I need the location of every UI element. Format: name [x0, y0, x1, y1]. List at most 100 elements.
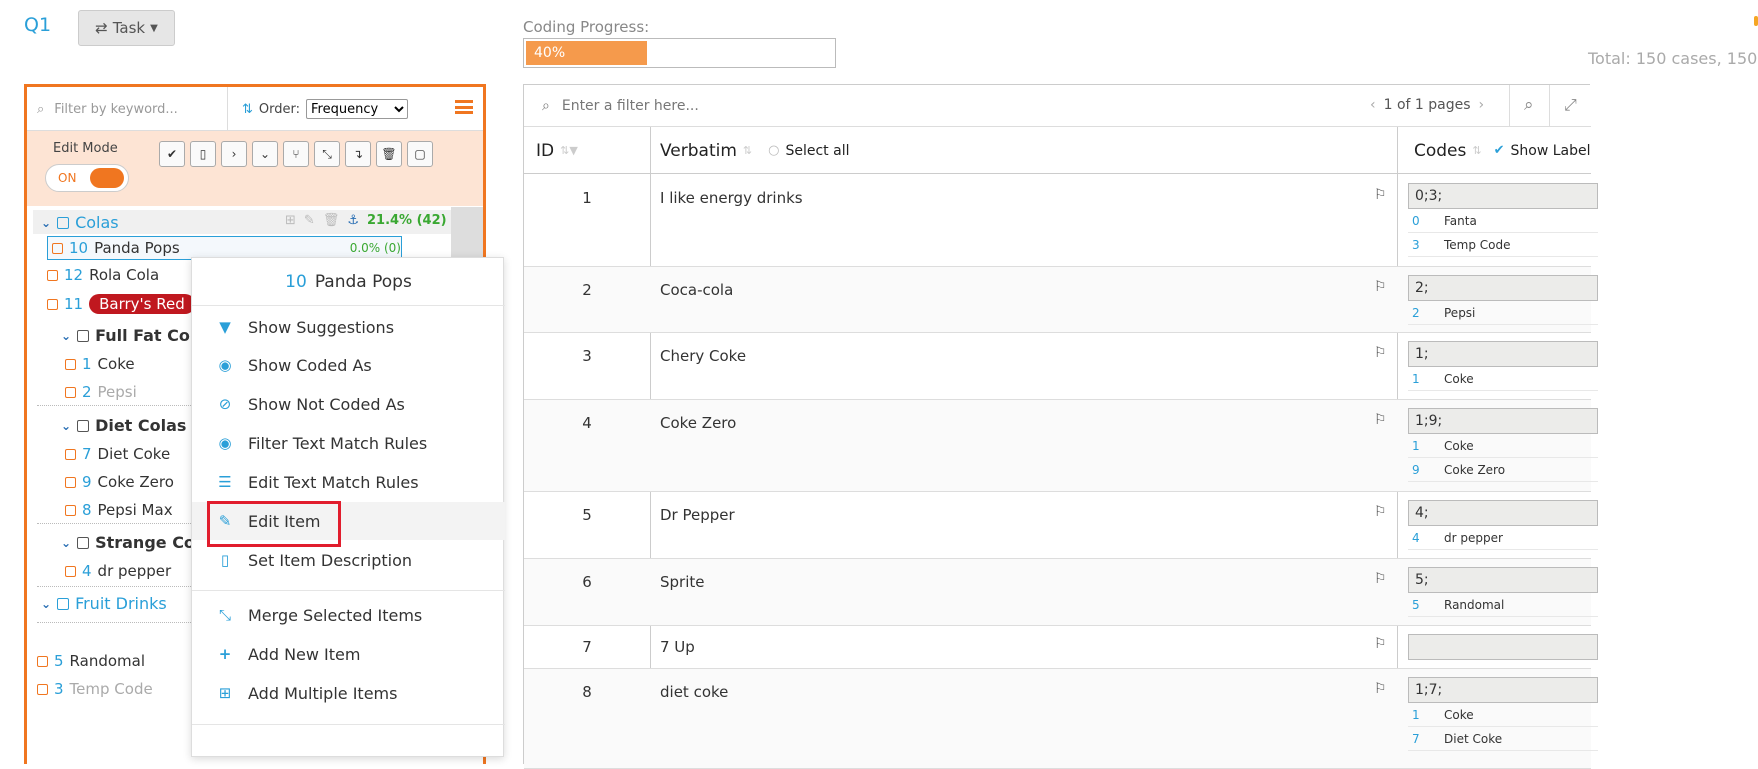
- sort-icon[interactable]: ⇅: [1472, 144, 1481, 157]
- edit-mode-toggle[interactable]: ON: [45, 164, 129, 192]
- table-row[interactable]: 8 diet coke ⚐ 1;7; 1 Coke 7 Diet Coke: [524, 669, 1598, 769]
- table-row[interactable]: 2 Coca-cola ⚐ 2; 2 Pepsi: [524, 267, 1598, 333]
- subgroup-checkbox[interactable]: [77, 536, 90, 549]
- item-rola-cola[interactable]: 12 Rola Cola: [47, 266, 159, 284]
- item-pepsi[interactable]: 2 Pepsi: [65, 383, 137, 401]
- table-row[interactable]: 4 Coke Zero ⚐ 1;9; 1 Coke 9 Coke Zero: [524, 400, 1598, 492]
- menu-merge-selected[interactable]: ⤡ Merge Selected Items: [192, 596, 505, 634]
- spellcheck-button[interactable]: ✔: [159, 141, 185, 167]
- codes-input[interactable]: 1;9;: [1408, 408, 1598, 434]
- flag-icon[interactable]: ⚐: [1374, 412, 1387, 428]
- flag-icon[interactable]: ⚐: [1374, 187, 1387, 203]
- col-codes-header[interactable]: Codes ⇅ ✔ Show Label: [1414, 127, 1591, 174]
- indent-button[interactable]: ›: [221, 141, 247, 167]
- codes-input[interactable]: 0;3;: [1408, 183, 1598, 209]
- hamburger-menu-icon[interactable]: [455, 100, 473, 114]
- square-button[interactable]: ▢: [407, 141, 433, 167]
- col-verbatim-header[interactable]: Verbatim ⇅ ○ Select all: [660, 127, 849, 174]
- item-coke-zero[interactable]: 9 Coke Zero: [65, 473, 174, 491]
- group-checkbox[interactable]: [57, 216, 70, 229]
- menu-add-new-item[interactable]: + Add New Item: [192, 635, 505, 673]
- col-id-header[interactable]: ID ⇅▼: [536, 127, 578, 174]
- merge-button[interactable]: ⤡: [314, 141, 340, 167]
- item-checkbox[interactable]: [65, 358, 76, 370]
- codes-input[interactable]: [1408, 634, 1598, 660]
- table-row[interactable]: 6 Sprite ⚐ 5; 5 Randomal: [524, 559, 1598, 626]
- sort-icon[interactable]: ⇅: [743, 144, 752, 157]
- chevron-down-icon[interactable]: ⌄: [41, 597, 51, 611]
- expand-icon[interactable]: ⤢: [1564, 95, 1577, 115]
- item-barrys-red[interactable]: 11 Barry's Red: [47, 294, 195, 314]
- menu-add-multiple[interactable]: ⊞ Add Multiple Items: [192, 674, 505, 712]
- item-checkbox[interactable]: [47, 269, 58, 281]
- flag-icon[interactable]: ⚐: [1374, 571, 1387, 587]
- subgroup-checkbox[interactable]: [77, 419, 90, 432]
- subgroup-diet-colas[interactable]: ⌄ Diet Colas: [61, 416, 186, 435]
- item-dr-pepper[interactable]: 4 dr pepper: [65, 562, 171, 580]
- task-button[interactable]: ⇄ Task ▼: [78, 10, 175, 46]
- item-diet-coke[interactable]: 7 Diet Coke: [65, 445, 170, 463]
- subgroup-checkbox[interactable]: [77, 329, 90, 342]
- item-checkbox[interactable]: [65, 448, 76, 460]
- menu-show-suggestions[interactable]: ▼ Show Suggestions: [192, 308, 505, 346]
- group-colas[interactable]: ⌄ Colas: [41, 213, 119, 232]
- table-row[interactable]: 7 7 Up ⚐: [524, 626, 1598, 669]
- flag-icon[interactable]: ⚐: [1374, 504, 1387, 520]
- table-row[interactable]: 5 Dr Pepper ⚐ 4; 4 dr pepper: [524, 492, 1598, 559]
- item-checkbox[interactable]: [65, 476, 76, 488]
- codes-input[interactable]: 1;7;: [1408, 677, 1598, 703]
- chevron-down-icon[interactable]: ⌄: [61, 419, 71, 433]
- grid-filter-input[interactable]: ⌕ Enter a filter here...: [542, 98, 699, 114]
- group-checkbox[interactable]: [57, 597, 70, 610]
- item-checkbox[interactable]: [65, 386, 76, 398]
- chevron-down-icon[interactable]: ⌄: [41, 216, 51, 230]
- item-checkbox[interactable]: [52, 242, 63, 254]
- check-circle-icon[interactable]: ✔: [1494, 143, 1505, 158]
- pencil-icon[interactable]: ✎: [304, 213, 315, 228]
- radio-icon[interactable]: ○: [768, 143, 779, 158]
- menu-set-description[interactable]: ▯ Set Item Description: [192, 541, 505, 579]
- trash-icon[interactable]: 🗑: [323, 213, 340, 228]
- chevron-left-icon[interactable]: ‹: [1370, 97, 1376, 113]
- flag-icon[interactable]: ⚐: [1374, 681, 1387, 697]
- codes-input[interactable]: 1;: [1408, 341, 1598, 367]
- codes-input[interactable]: 2;: [1408, 275, 1598, 301]
- menu-filter-text-match[interactable]: ◉ Filter Text Match Rules: [192, 424, 505, 462]
- flag-icon[interactable]: ⚐: [1374, 636, 1387, 652]
- menu-show-not-coded-as[interactable]: ⊘ Show Not Coded As: [192, 385, 505, 423]
- group-fruit-drinks[interactable]: ⌄ Fruit Drinks: [41, 594, 167, 613]
- item-checkbox[interactable]: [65, 504, 76, 516]
- sort-icon[interactable]: ⇅▼: [560, 144, 578, 157]
- zoom-icon[interactable]: ⌕: [1524, 95, 1534, 115]
- subgroup-strange[interactable]: ⌄ Strange Co: [61, 533, 195, 552]
- item-pepsi-max[interactable]: 8 Pepsi Max: [65, 501, 173, 519]
- item-checkbox[interactable]: [37, 655, 48, 667]
- chevron-down-icon[interactable]: ⌄: [61, 329, 71, 343]
- flag-icon[interactable]: ⚐: [1374, 279, 1387, 295]
- chevron-right-icon[interactable]: ›: [1479, 97, 1485, 113]
- table-row[interactable]: 1 I like energy drinks ⚐ 0;3; 0 Fanta 3 Temp Co…: [524, 175, 1598, 267]
- add-icon[interactable]: ⊞: [285, 213, 296, 228]
- item-checkbox[interactable]: [37, 683, 48, 695]
- menu-edit-text-match[interactable]: ☰ Edit Text Match Rules: [192, 463, 505, 501]
- move-button[interactable]: ↴: [345, 141, 371, 167]
- keyword-filter[interactable]: ⌕ Filter by keyword...: [37, 97, 227, 121]
- anchor-icon[interactable]: ⚓: [347, 213, 359, 228]
- flag-icon[interactable]: ⚐: [1374, 345, 1387, 361]
- fork-button[interactable]: ⑂: [283, 141, 309, 167]
- expand-button[interactable]: ⌄: [252, 141, 278, 167]
- delete-button[interactable]: 🗑: [376, 141, 402, 167]
- item-checkbox[interactable]: [65, 565, 76, 577]
- item-coke[interactable]: 1 Coke: [65, 355, 135, 373]
- item-temp-code[interactable]: 3 Temp Code: [37, 680, 153, 698]
- table-row[interactable]: 3 Chery Coke ⚐ 1; 1 Coke: [524, 333, 1598, 400]
- order-select[interactable]: Frequency: [306, 99, 409, 119]
- codes-input[interactable]: 5;: [1408, 567, 1598, 593]
- item-checkbox[interactable]: [47, 298, 58, 310]
- chevron-down-icon[interactable]: ⌄: [61, 536, 71, 550]
- menu-show-coded-as[interactable]: ◉ Show Coded As: [192, 346, 505, 384]
- codes-input[interactable]: 4;: [1408, 500, 1598, 526]
- mobile-button[interactable]: ▯: [190, 141, 216, 167]
- item-randomal[interactable]: 5 Randomal: [37, 652, 145, 670]
- subgroup-full-fat[interactable]: ⌄ Full Fat Co: [61, 326, 190, 345]
